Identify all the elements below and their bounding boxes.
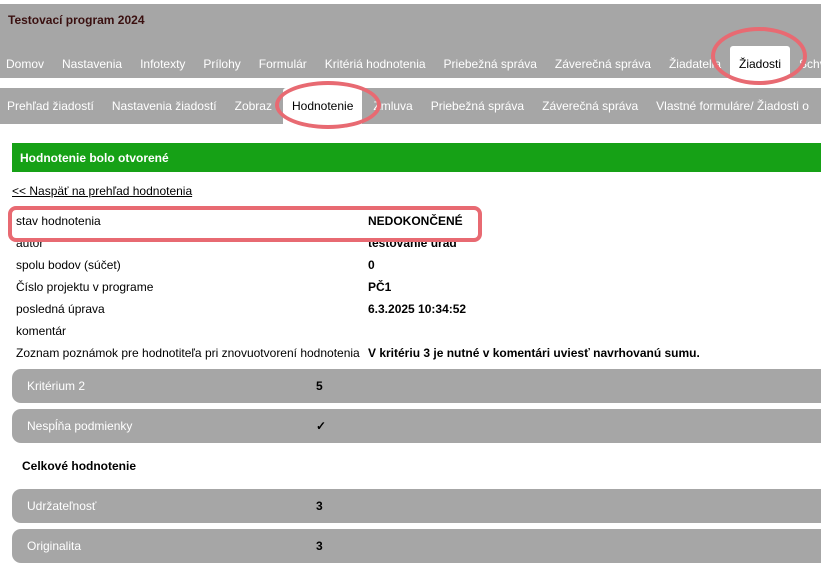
nav-item-ziadosti[interactable]: Žiadosti: [730, 46, 791, 82]
nav-item-zaverecna-sprava[interactable]: Záverečná správa: [546, 46, 660, 82]
tab-vlastne-formulare[interactable]: Vlastné formuláre/ Žiadosti o: [647, 88, 818, 124]
criterion-name: Originalita: [27, 539, 82, 553]
overall-evaluation-title: Celkové hodnotenie: [22, 459, 137, 473]
criterion-row: Udržateľnosť 3: [12, 489, 821, 523]
main-navigation: Domov Nastavenia Infotexty Prílohy Formu…: [0, 46, 821, 82]
info-label: Zoznam poznámok pre hodnotiteľa pri znov…: [16, 346, 360, 360]
info-label: spolu bodov (súčet): [16, 258, 121, 272]
nav-item-kriteria[interactable]: Kritériá hodnotenia: [316, 46, 435, 82]
info-value: 6.3.2025 10:34:52: [368, 302, 467, 316]
criterion-name: Udržateľnosť: [27, 499, 97, 513]
tab-nastavenia-ziadosti[interactable]: Nastavenia žiadostí: [103, 88, 226, 124]
app-title: Testovací program 2024: [8, 13, 145, 27]
status-value: NEDOKONČENÉ: [368, 214, 463, 228]
tab-zaverecna-sprava[interactable]: Záverečná správa: [533, 88, 647, 124]
tab-hodnotenie[interactable]: Hodnotenie: [282, 88, 363, 124]
criterion-row: Kritérium 2 5: [12, 369, 821, 403]
info-label: komentár: [16, 324, 67, 338]
tab-prehlad-ziadosti[interactable]: Prehľad žiadostí: [0, 88, 103, 124]
back-to-overview-link[interactable]: << Naspäť na prehľad hodnotenia: [12, 184, 192, 198]
criterion-row: Nespĺňa podmienky ✓: [12, 409, 821, 443]
tab-zobraz[interactable]: Zobraz: [226, 88, 281, 124]
info-label: autor: [16, 236, 44, 250]
criterion-score: 3: [316, 499, 323, 513]
checkmark-icon: ✓: [316, 419, 327, 433]
tab-priebezna-sprava[interactable]: Priebežná správa: [422, 88, 533, 124]
nav-item-infotexty[interactable]: Infotexty: [131, 46, 194, 82]
nav-item-formular[interactable]: Formulár: [250, 46, 316, 82]
info-label: posledná úprava: [16, 302, 105, 316]
nav-item-nastavenia[interactable]: Nastavenia: [53, 46, 131, 82]
info-label: Číslo projektu v programe: [16, 280, 154, 294]
info-label: stav hodnotenia: [16, 214, 101, 228]
criterion-score: 3: [316, 539, 323, 553]
tab-zmluva[interactable]: Zmluva: [364, 88, 421, 124]
info-value: PČ1: [368, 280, 392, 294]
info-value: testovanie urad: [368, 236, 457, 250]
sub-navigation: Prehľad žiadostí Nastavenia žiadostí Zob…: [0, 88, 821, 124]
criterion-row: Originalita 3: [12, 529, 821, 563]
nav-item-schvalovanie[interactable]: Schv: [790, 46, 821, 82]
top-header: Testovací program 2024 Domov Nastavenia …: [0, 4, 821, 82]
info-value: 0: [368, 258, 375, 272]
nav-item-priebezna-sprava[interactable]: Priebežná správa: [435, 46, 546, 82]
status-notice: Hodnotenie bolo otvorené: [12, 143, 821, 172]
nav-item-ziadatelia[interactable]: Žiadatelia: [660, 46, 730, 82]
criterion-name: Nespĺňa podmienky: [27, 419, 133, 433]
nav-item-prilohy[interactable]: Prílohy: [194, 46, 249, 82]
info-value: V kritériu 3 je nutné v komentári uviesť…: [368, 346, 700, 360]
nav-item-domov[interactable]: Domov: [0, 46, 53, 82]
criterion-name: Kritérium 2: [27, 379, 86, 393]
criterion-score: 5: [316, 379, 323, 393]
